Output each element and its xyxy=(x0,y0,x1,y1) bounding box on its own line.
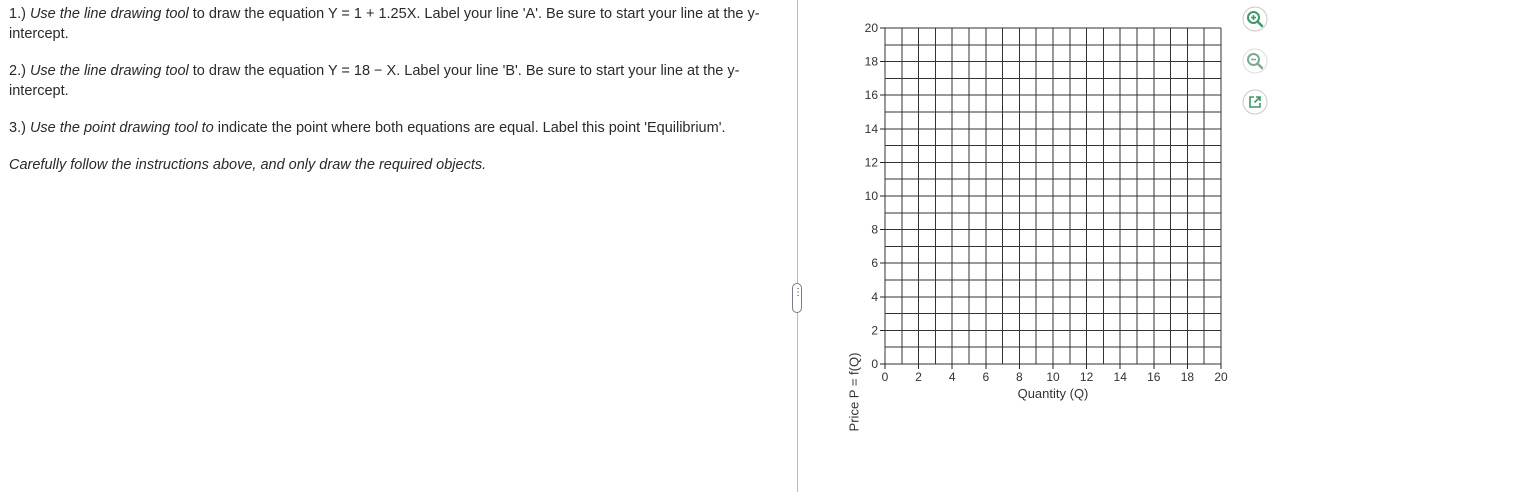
zoom-in-button[interactable] xyxy=(1242,6,1268,32)
pane-resize-handle[interactable]: ⋮ xyxy=(792,283,803,313)
instruction-3: 3.) Use the point drawing tool to indica… xyxy=(9,118,779,138)
x-tick-label: 20 xyxy=(1214,370,1228,384)
instruction-2: 2.) Use the line drawing tool to draw th… xyxy=(9,61,779,101)
x-axis-title: Quantity (Q) xyxy=(1017,386,1089,401)
zoom-out-button[interactable] xyxy=(1242,48,1268,74)
x-tick-label: 6 xyxy=(982,370,989,384)
pane-divider xyxy=(797,0,798,492)
page: 1.) Use the line drawing tool to draw th… xyxy=(0,0,1517,492)
y-tick-label: 18 xyxy=(865,55,879,69)
x-tick-labels: 0 2 4 6 8 10 12 14 16 18 20 xyxy=(882,370,1228,384)
x-tick-label: 2 xyxy=(915,370,922,384)
zoom-out-icon xyxy=(1242,48,1268,74)
instructions-note: Carefully follow the instructions above,… xyxy=(9,155,779,175)
x-tick-label: 16 xyxy=(1147,370,1161,384)
y-tick-label: 10 xyxy=(865,189,879,203)
popout-button[interactable] xyxy=(1242,89,1268,115)
zoom-in-icon xyxy=(1242,6,1268,32)
instruction-3-tool: Use the point drawing tool to xyxy=(29,120,214,136)
instruction-2-tool: Use the line drawing tool xyxy=(29,63,189,79)
instruction-1-number: 1.) xyxy=(9,6,26,22)
y-tick-label: 8 xyxy=(871,223,878,237)
axis-ticks xyxy=(880,27,1222,369)
y-tick-label: 6 xyxy=(871,256,878,270)
instruction-1: 1.) Use the line drawing tool to draw th… xyxy=(9,4,779,44)
y-tick-label: 14 xyxy=(865,122,879,136)
instructions-panel: 1.) Use the line drawing tool to draw th… xyxy=(9,4,779,192)
y-tick-label: 2 xyxy=(871,323,878,337)
instruction-1-tool: Use the line drawing tool xyxy=(29,6,189,22)
x-tick-label: 10 xyxy=(1046,370,1060,384)
instruction-2-number: 2.) xyxy=(9,63,26,79)
x-tick-label: 14 xyxy=(1114,370,1128,384)
y-tick-labels: 0 2 4 6 8 10 12 14 16 18 20 xyxy=(865,21,879,371)
y-tick-label: 4 xyxy=(871,290,878,304)
x-tick-label: 8 xyxy=(1016,370,1023,384)
y-tick-label: 12 xyxy=(865,155,879,169)
pane-handle-glyph: ⋮ xyxy=(793,287,803,298)
popout-icon xyxy=(1242,89,1268,115)
instruction-3-number: 3.) xyxy=(9,120,26,136)
grid-lines xyxy=(884,27,1222,365)
instructions-note-text: Carefully follow the instructions above,… xyxy=(9,157,487,173)
graph-area[interactable]: 0 2 4 6 8 10 12 14 16 18 20 0 2 4 6 8 10 12 14 16 18 20 Pric… xyxy=(830,0,1260,431)
instruction-3-text: indicate the point where both equations … xyxy=(213,120,726,136)
x-tick-label: 12 xyxy=(1080,370,1094,384)
y-axis-title: Price P = f(Q) xyxy=(846,352,862,432)
x-tick-label: 0 xyxy=(882,370,889,384)
graph-canvas[interactable]: 0 2 4 6 8 10 12 14 16 18 20 0 2 4 6 8 10 12 14 16 18 20 xyxy=(830,0,1260,420)
y-tick-label: 16 xyxy=(865,88,879,102)
x-tick-label: 18 xyxy=(1181,370,1195,384)
y-tick-label: 0 xyxy=(871,357,878,371)
y-tick-label: 20 xyxy=(865,21,879,35)
x-tick-label: 4 xyxy=(949,370,956,384)
